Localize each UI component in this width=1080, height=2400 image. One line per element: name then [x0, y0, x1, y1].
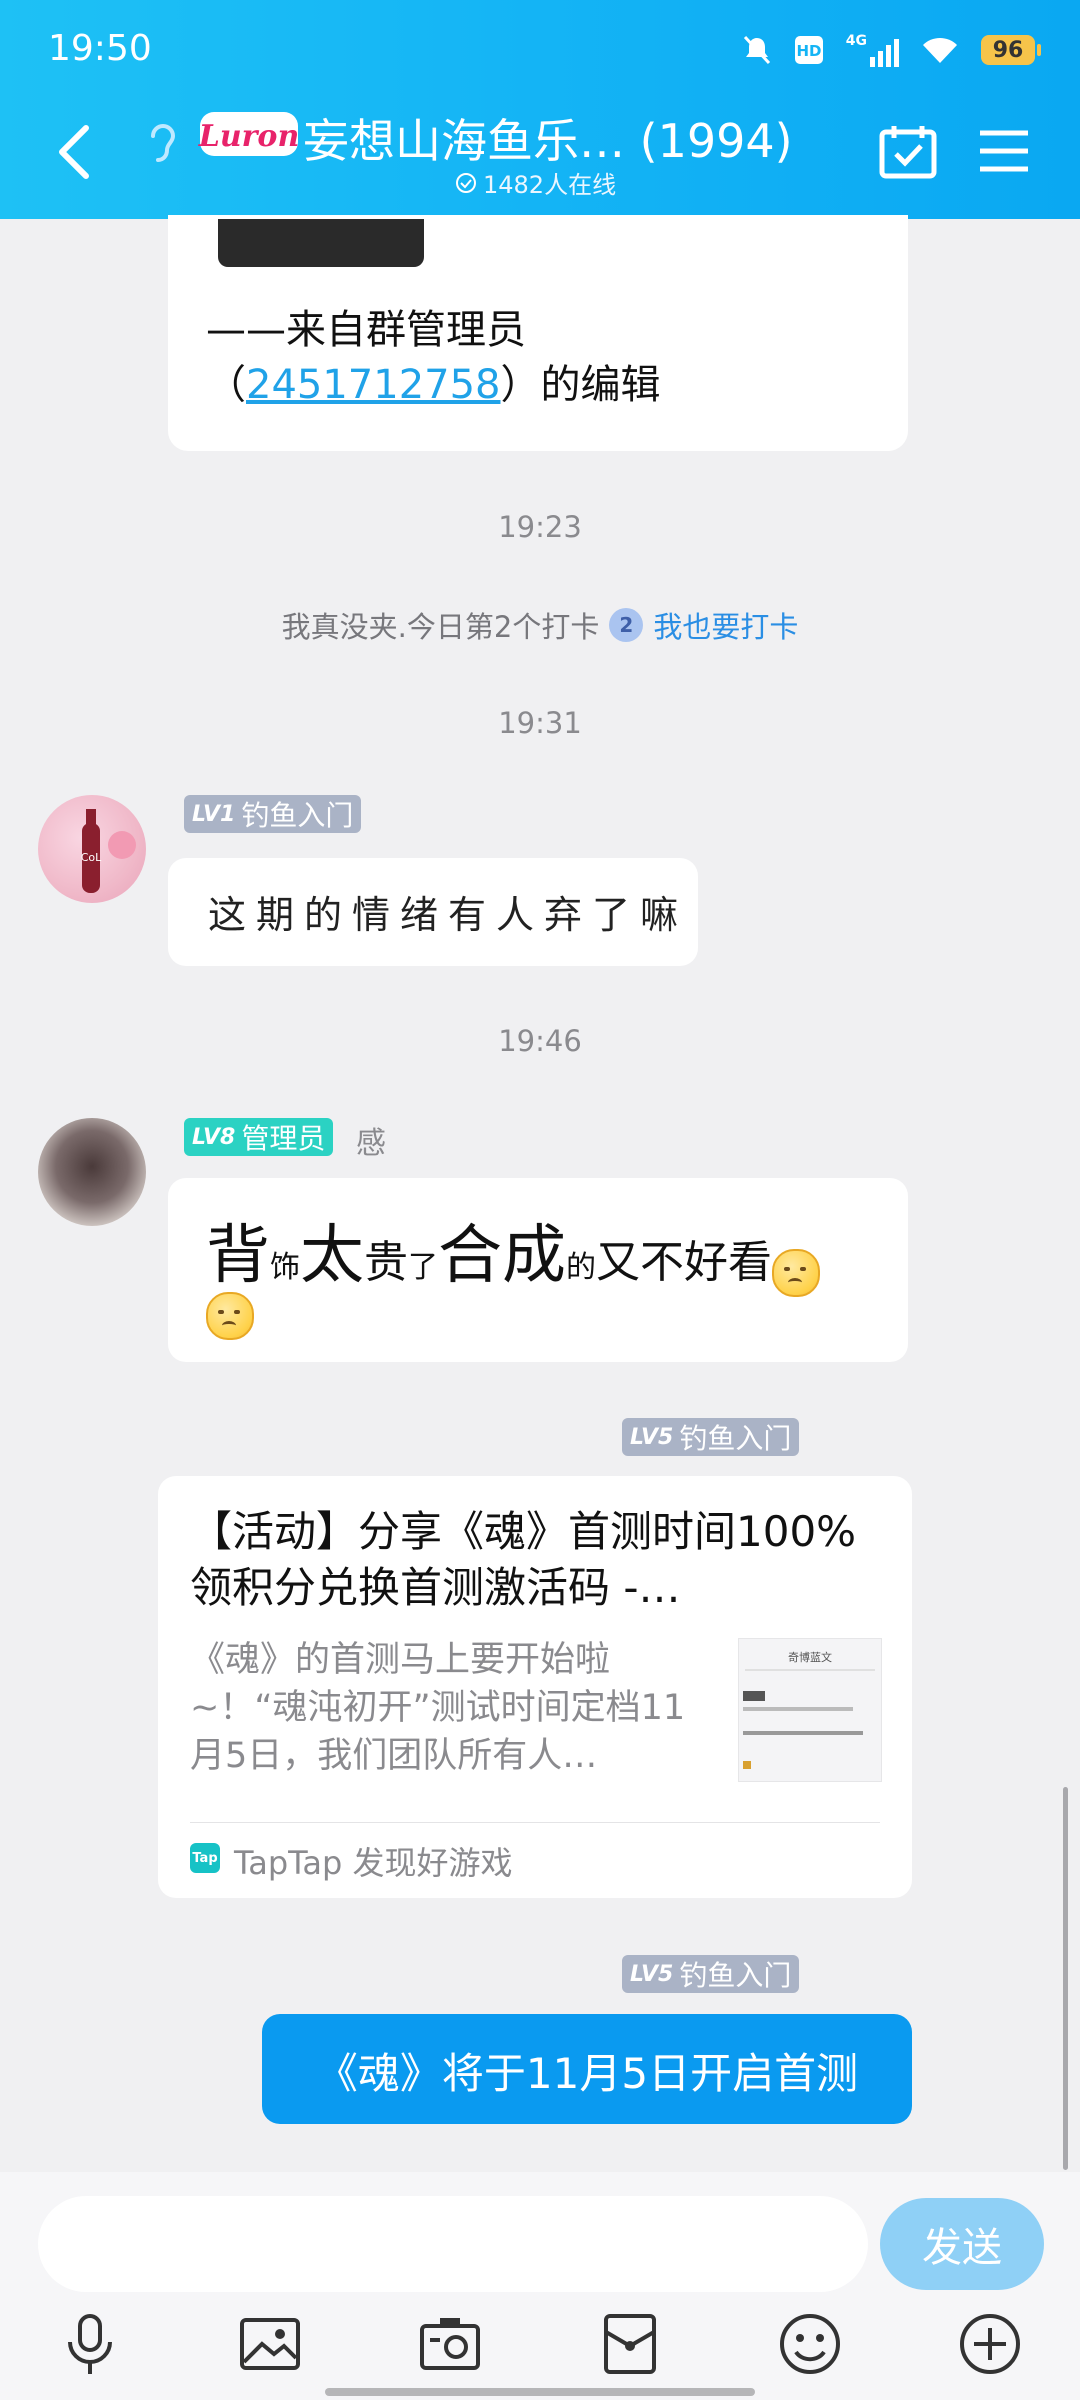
share-card-title: 【活动】分享《魂》首测时间100%领积分兑换首测激活码 -… [190, 1507, 857, 1612]
wifi-icon [923, 37, 957, 63]
send-button[interactable]: 发送 [880, 2198, 1044, 2290]
online-count: 1482人在线 [455, 165, 616, 200]
menu-icon[interactable] [978, 128, 1030, 174]
avatar[interactable]: CoL [38, 795, 146, 903]
emoji-icon[interactable] [776, 2310, 844, 2378]
checkin-badge: 2 [609, 608, 644, 642]
signal-icon: 4G [846, 33, 899, 67]
calendar-check-icon[interactable] [878, 122, 938, 182]
image-icon[interactable] [236, 2310, 304, 2378]
message-input[interactable] [38, 2196, 868, 2292]
group-title[interactable]: 妄想山海鱼乐… (1994) [303, 105, 793, 171]
battery-indicator: 96 [981, 35, 1041, 65]
self-message-bubble[interactable]: 《魂》将于11月5日开启首测 [262, 2014, 912, 2124]
share-card-thumbnail: 奇博蓝文 [738, 1638, 882, 1782]
editor-note-line: （2451712758）的编辑 [206, 362, 661, 408]
sweat-emoji-icon [206, 1292, 254, 1340]
back-arrow-icon[interactable] [54, 122, 94, 182]
svg-text:HD: HD [796, 42, 821, 60]
group-logo: Luron [198, 112, 299, 156]
taptap-logo-icon: Tap [190, 1843, 220, 1873]
message-text: 背饰太贵了合成的又不好看 [206, 1204, 820, 1297]
ear-icon[interactable] [145, 118, 179, 168]
check-circle-icon [456, 172, 476, 193]
message-image[interactable] [218, 219, 424, 267]
member-tag: LV5 钓鱼入门 [622, 1955, 800, 1993]
sweat-emoji-icon [772, 1248, 820, 1297]
checkin-notice: 我真没夹.今日第2个打卡 2 我也要打卡 [0, 604, 1080, 646]
plus-icon[interactable] [956, 2310, 1024, 2378]
red-packet-icon[interactable] [596, 2310, 664, 2378]
svg-text:CoL: CoL [81, 851, 102, 864]
divider [190, 1822, 880, 1823]
message-text: 这期的情绪有人弃了嘛 [208, 893, 689, 937]
share-card-source: TapTap 发现好游戏 [234, 1844, 513, 1882]
mute-icon [743, 35, 770, 65]
hd-icon: HD [794, 36, 823, 64]
member-tag: LV1 钓鱼入门 [184, 795, 362, 833]
online-count-text: 1482人在线 [483, 171, 617, 199]
member-tag: LV5 钓鱼入门 [622, 1418, 800, 1456]
timestamp: 19:46 [498, 1024, 582, 1058]
checkin-link[interactable]: 我也要打卡 [653, 604, 798, 646]
scrollbar[interactable] [1063, 1787, 1068, 2170]
svg-text:Luron: Luron [198, 119, 299, 154]
mic-icon[interactable] [56, 2310, 124, 2378]
thumbnail-title: 奇博蓝文 [788, 1651, 832, 1664]
message-text: 《魂》将于11月5日开启首测 [315, 2049, 859, 2098]
editor-note-line: ——来自群管理员 [206, 307, 526, 353]
timestamp: 19:23 [498, 510, 582, 544]
sender-name: 感 [356, 1126, 386, 1161]
timestamp: 19:31 [498, 706, 582, 740]
camera-icon[interactable] [416, 2310, 484, 2378]
status-time: 19:50 [48, 28, 152, 69]
checkin-text: 我真没夹.今日第2个打卡 [281, 610, 600, 644]
qq-number-link[interactable]: 2451712758 [246, 362, 501, 408]
admin-tag: LV8 管理员 [184, 1118, 334, 1156]
home-indicator[interactable] [325, 2388, 755, 2396]
avatar[interactable] [38, 1118, 146, 1226]
status-icons: HD 4G 96 [742, 30, 1041, 70]
chat-header: 19:50 HD 4G 96 Luron 妄想山海鱼乐… (1994) 1482… [0, 0, 1080, 219]
share-card-description: 《魂》的首测马上要开始啦~！“魂沌初开”测试时间定档11月5日，我们团队所有人… [190, 1640, 686, 1776]
